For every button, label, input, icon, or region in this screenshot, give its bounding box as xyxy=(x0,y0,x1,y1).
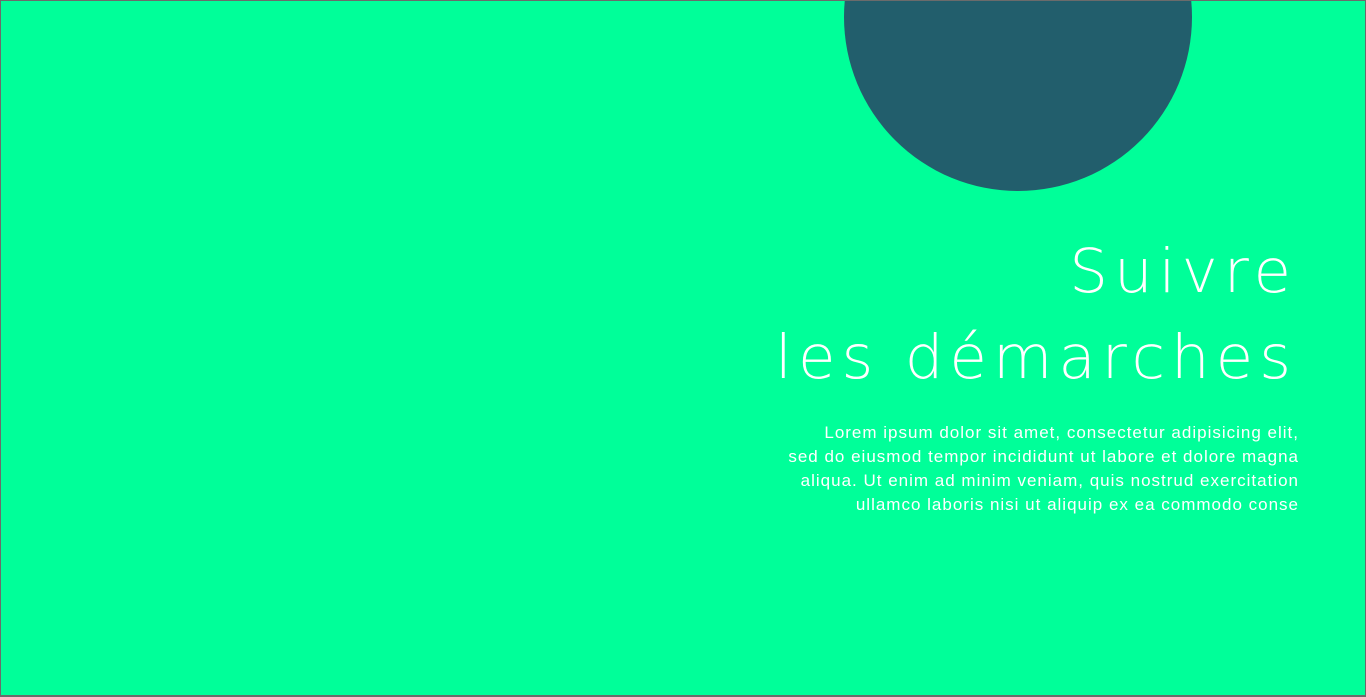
hero-title-line-1: Suivre xyxy=(1069,236,1297,307)
hero-description: Lorem ipsum dolor sit amet, consectetur … xyxy=(659,421,1299,517)
hero-title: Suivre les démarches xyxy=(775,229,1297,401)
decorative-circle xyxy=(844,1,1192,191)
hero-description-line-2: sed do eiusmod tempor incididunt ut labo… xyxy=(788,447,1299,466)
hero-section: Suivre les démarches Lorem ipsum dolor s… xyxy=(1,1,1365,695)
hero-description-line-4: ullamco laboris nisi ut aliquip ex ea co… xyxy=(855,495,1299,514)
hero-title-line-2: les démarches xyxy=(775,322,1297,393)
hero-description-line-3: aliqua. Ut enim ad minim veniam, quis no… xyxy=(800,471,1299,490)
hero-description-line-1: Lorem ipsum dolor sit amet, consectetur … xyxy=(824,423,1299,442)
